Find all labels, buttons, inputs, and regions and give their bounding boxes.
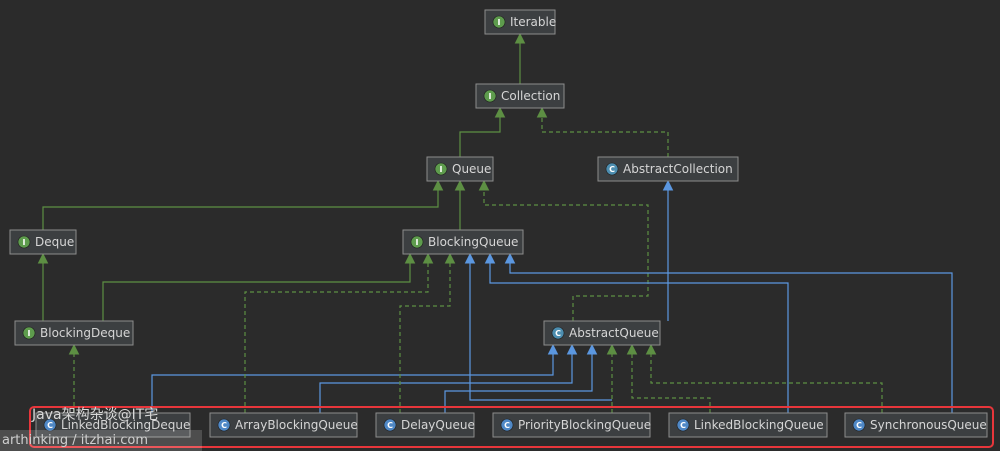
watermark-url: arthinking / itzhai.com bbox=[0, 430, 202, 451]
node-blockingdeque[interactable]: I BlockingDeque bbox=[14, 320, 134, 346]
node-label: AbstractCollection bbox=[623, 162, 733, 176]
edge-arrayblockingqueue-to-abstractqueue bbox=[319, 343, 578, 413]
badge-letter: I bbox=[416, 238, 419, 247]
badge-letter: I bbox=[498, 18, 501, 27]
node-synchronousqueue[interactable]: C SynchronousQueue bbox=[844, 412, 988, 438]
node-arrayblockingqueue[interactable]: C ArrayBlockingQueue bbox=[209, 412, 358, 438]
badge-letter: C bbox=[609, 165, 615, 174]
node-iterable[interactable]: I Iterable bbox=[484, 9, 556, 35]
node-deque[interactable]: I Deque bbox=[9, 229, 77, 255]
node-label: Iterable bbox=[510, 15, 556, 29]
watermark-title: Java架构杂谈@IT宅 bbox=[32, 407, 159, 423]
node-blockingqueue[interactable]: I BlockingQueue bbox=[402, 229, 524, 255]
node-collection[interactable]: I Collection bbox=[475, 83, 565, 109]
badge-letter: C bbox=[504, 421, 510, 430]
node-delayqueue[interactable]: C DelayQueue bbox=[375, 412, 475, 438]
badge-letter: I bbox=[489, 92, 492, 101]
edge-delayqueue-to-blockingqueue bbox=[399, 252, 456, 413]
edge-synchronousqueue-to-blockingqueue bbox=[645, 343, 883, 413]
node-label: PriorityBlockingQueue bbox=[518, 418, 651, 432]
badge-letter: C bbox=[555, 329, 561, 338]
badge-letter: C bbox=[856, 421, 862, 430]
edge-linkedblockingqueue-to-blockingqueue bbox=[626, 343, 711, 413]
badge-letter: C bbox=[221, 421, 227, 430]
node-label: DelayQueue bbox=[401, 418, 475, 432]
edge-delayqueue-to-abstractqueue bbox=[444, 343, 598, 413]
nodes-layer: I Iterable I Collection I Queue C AbstractColle… bbox=[9, 9, 988, 438]
node-label: BlockingQueue bbox=[428, 235, 518, 249]
node-linkedblockingqueue[interactable]: C LinkedBlockingQueue bbox=[668, 412, 828, 438]
node-priorityblockingqueue[interactable]: C PriorityBlockingQueue bbox=[492, 412, 651, 438]
node-label: ArrayBlockingQueue bbox=[235, 418, 358, 432]
badge-letter: C bbox=[387, 421, 393, 430]
node-label: SynchronousQueue bbox=[870, 418, 987, 432]
node-label: Collection bbox=[501, 89, 560, 103]
badge-letter: I bbox=[440, 165, 443, 174]
edge-deque-to-queue bbox=[42, 179, 444, 230]
badge-letter: C bbox=[680, 421, 686, 430]
node-label: BlockingDeque bbox=[40, 326, 130, 340]
node-label: Queue bbox=[452, 162, 491, 176]
edge-queue-to-collection bbox=[459, 106, 506, 157]
node-label: AbstractQueue bbox=[569, 326, 659, 340]
node-label: Deque bbox=[35, 235, 74, 249]
edge-linkedblockingdeque-to-abstractqueue bbox=[151, 343, 559, 413]
node-label: LinkedBlockingQueue bbox=[694, 418, 824, 432]
class-hierarchy-diagram: I Iterable I Collection I Queue C AbstractColle… bbox=[9, 9, 994, 448]
node-abstractcollection[interactable]: C AbstractCollection bbox=[597, 156, 739, 182]
edge-abstractcollection-to-collection bbox=[536, 106, 669, 157]
edge-blockingdeque-to-blockingqueue bbox=[102, 252, 416, 321]
node-abstractqueue[interactable]: C AbstractQueue bbox=[543, 320, 661, 346]
node-queue[interactable]: I Queue bbox=[426, 156, 494, 182]
badge-letter: I bbox=[23, 238, 26, 247]
badge-letter: I bbox=[28, 329, 31, 338]
